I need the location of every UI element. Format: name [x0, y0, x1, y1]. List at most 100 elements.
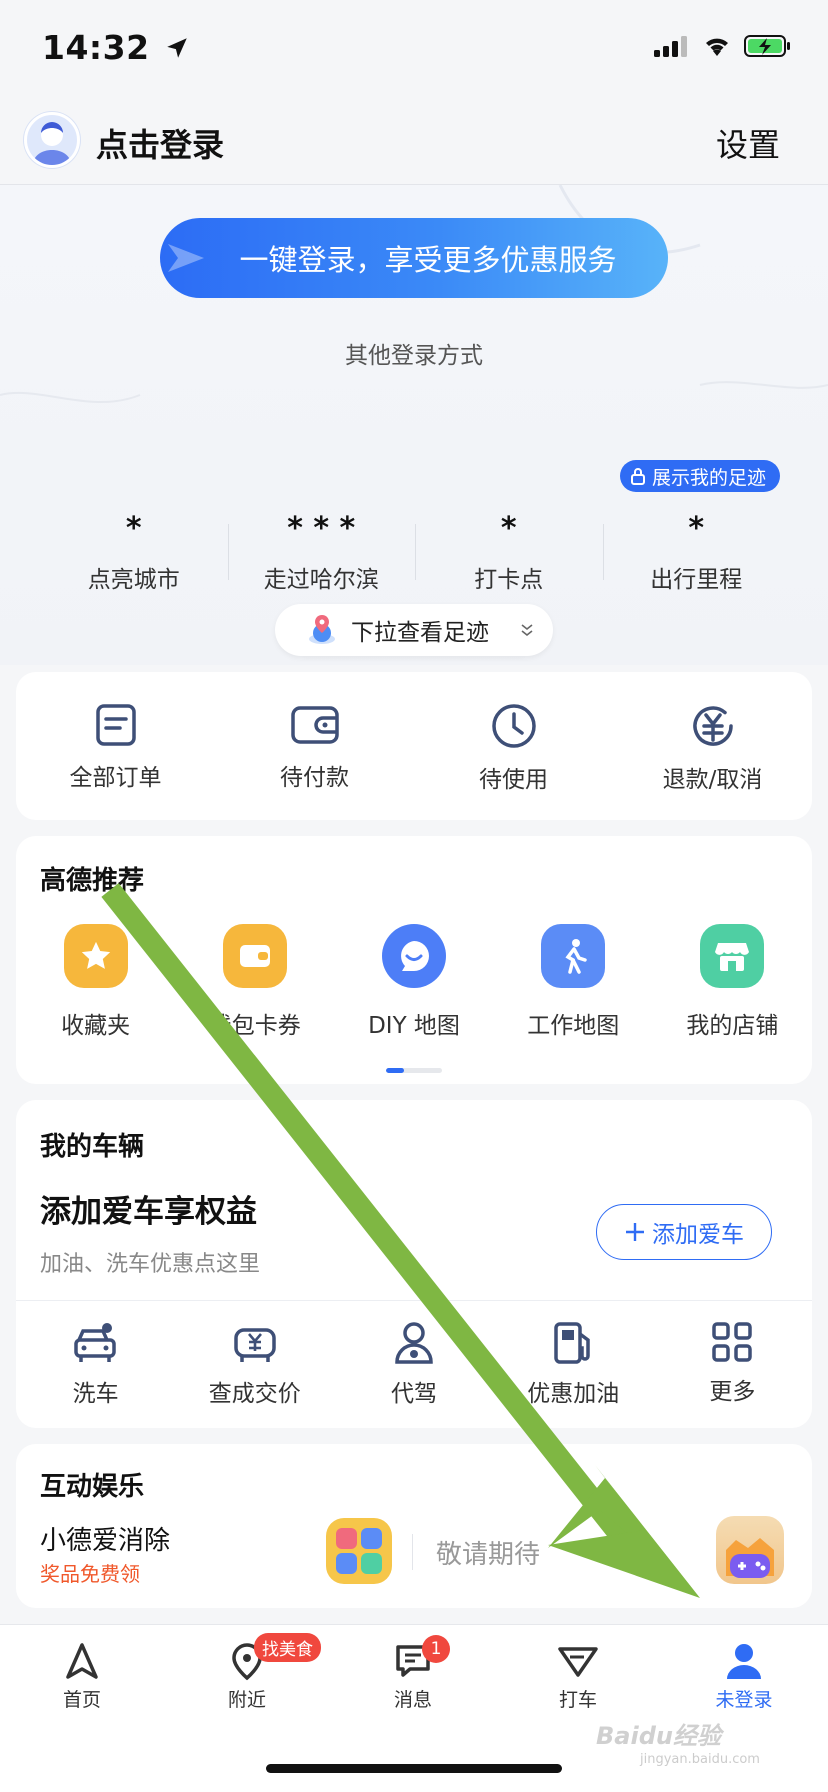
other-login-link[interactable]: 其他登录方式 [0, 336, 828, 370]
status-time: 14:32 [42, 28, 190, 67]
rec-work-map[interactable]: 工作地图 [494, 924, 653, 1040]
tab-label: 消息 [393, 1689, 432, 1711]
one-key-login-label: 一键登录，享受更多优惠服务 [239, 243, 617, 277]
order-label: 退款/取消 [662, 767, 763, 793]
game-subtitle: 奖品免费领 [40, 1562, 140, 1586]
battery-charging-icon [744, 35, 790, 57]
footprint-stats: * 点亮城市 * * * 走过哈尔滨 * 打卡点 * 出行里程 [40, 510, 790, 600]
order-to-use[interactable]: 待使用 [414, 672, 613, 820]
home-indicator [266, 1764, 562, 1773]
car-item-label: 优惠加油 [527, 1381, 620, 1407]
rec-label: 钱包卡券 [208, 1013, 301, 1039]
status-indicators [654, 34, 792, 58]
car-more[interactable]: 更多 [653, 1320, 812, 1408]
user-icon [727, 1644, 761, 1679]
diy-map-icon [382, 924, 446, 988]
car-item-label: 查成交价 [208, 1381, 301, 1407]
rec-wallet-coupons[interactable]: 钱包卡券 [175, 924, 334, 1040]
show-footprint-badge[interactable]: 展示我的足迹 [620, 460, 781, 492]
carousel-indicator [386, 1068, 442, 1073]
order-pending-payment[interactable]: 待付款 [215, 672, 414, 820]
grid-more-icon [712, 1322, 753, 1362]
tab-taxi[interactable]: 打车 [513, 1641, 643, 1712]
order-label: 全部订单 [69, 765, 162, 791]
vehicle-headline: 添加爱车享权益 [40, 1194, 257, 1230]
vehicle-subline: 加油、洗车优惠点这里 [40, 1252, 261, 1277]
stat-label: 打卡点 [474, 567, 544, 593]
avatar-user-icon [32, 122, 72, 165]
stat-value: * * * [287, 511, 356, 546]
add-car-button[interactable]: 添加爱车 [596, 1204, 772, 1260]
baidu-watermark: Baidu经验 [596, 1722, 721, 1750]
order-all[interactable]: 全部订单 [16, 672, 215, 820]
baidu-watermark-url: jingyan.baidu.com [640, 1752, 760, 1767]
tab-label: 打车 [558, 1689, 597, 1711]
stat-harbin[interactable]: * * * 走过哈尔滨 [227, 510, 416, 600]
stat-checkins[interactable]: * 打卡点 [415, 510, 603, 600]
recommend-card: 高德推荐 收藏夹 钱包卡券 DIY 地图 工作地图 我的店铺 [16, 836, 812, 1084]
taxi-icon [558, 1647, 598, 1677]
rec-my-shop[interactable]: 我的店铺 [653, 924, 812, 1040]
tab-label: 附近 [227, 1689, 266, 1711]
car-fuel[interactable]: 优惠加油 [494, 1320, 653, 1408]
globe-pin-icon [309, 615, 335, 644]
clock-icon [491, 704, 536, 748]
tab-home[interactable]: 首页 [17, 1641, 147, 1712]
tab-label: 首页 [62, 1689, 101, 1711]
entertainment-title: 互动娱乐 [40, 1472, 145, 1502]
car-driver[interactable]: 代驾 [334, 1320, 493, 1408]
orders-card: 全部订单 待付款 待使用 退款/取消 [16, 672, 812, 820]
pull-pill-label: 下拉查看足迹 [351, 620, 489, 646]
lock-icon [631, 468, 645, 485]
rec-diy-map[interactable]: DIY 地图 [334, 924, 493, 1040]
one-key-login-button[interactable]: 一键登录，享受更多优惠服务 [160, 218, 668, 298]
login-link[interactable]: 点击登录 [96, 120, 224, 166]
car-price[interactable]: 查成交价 [175, 1320, 334, 1408]
vehicle-divider [16, 1300, 812, 1301]
amap-arrow-icon [168, 244, 204, 272]
car-price-icon [234, 1328, 276, 1362]
stat-cities[interactable]: * 点亮城市 [40, 510, 228, 600]
wifi-icon [706, 38, 728, 56]
match-game-icon[interactable] [326, 1518, 392, 1584]
settings-button[interactable]: 设置 [716, 120, 780, 166]
order-list-icon [95, 704, 136, 746]
stat-mileage[interactable]: * 出行里程 [602, 510, 791, 600]
nearby-badge: 找美食 [254, 1633, 321, 1662]
car-item-label: 洗车 [72, 1381, 119, 1407]
avatar[interactable] [24, 112, 80, 168]
header-divider [0, 184, 828, 185]
shop-icon [700, 924, 765, 988]
tab-nearby[interactable]: 附近 找美食 [182, 1633, 321, 1712]
pull-to-view-footprint[interactable]: 下拉查看足迹 [275, 604, 553, 656]
stat-label: 走过哈尔滨 [263, 567, 379, 593]
stat-value: * [688, 511, 705, 546]
order-label: 待使用 [479, 767, 548, 793]
location-arrow-icon [166, 38, 187, 58]
rec-label: 工作地图 [527, 1013, 620, 1039]
wallet-icon [290, 706, 339, 744]
car-wash[interactable]: 洗车 [16, 1320, 175, 1408]
car-item-label: 更多 [709, 1379, 756, 1405]
fuel-icon [554, 1322, 590, 1364]
recommend-title: 高德推荐 [40, 866, 145, 896]
footprint-badge-label: 展示我的足迹 [652, 466, 767, 489]
stat-label: 出行里程 [650, 567, 743, 593]
rec-label: 我的店铺 [686, 1013, 779, 1039]
refund-icon [692, 706, 733, 746]
messages-badge: 1 [422, 1635, 450, 1663]
order-refund[interactable]: 退款/取消 [613, 672, 812, 820]
entertainment-divider [412, 1534, 413, 1570]
rec-label: DIY 地图 [368, 1013, 460, 1039]
vehicle-card: 我的车辆 添加爱车享权益 加油、洗车优惠点这里 添加爱车 洗车 查成交价 代驾 … [16, 1100, 812, 1428]
game-title[interactable]: 小德爱消除 [40, 1520, 170, 1557]
tab-messages[interactable]: 消息 1 [348, 1635, 478, 1712]
navigation-arrow-icon [66, 1643, 98, 1679]
game-controller-icon[interactable] [716, 1516, 784, 1584]
tab-label: 未登录 [715, 1689, 773, 1711]
order-label: 待付款 [280, 765, 349, 791]
tab-profile[interactable]: 未登录 [679, 1641, 809, 1712]
rec-favorites[interactable]: 收藏夹 [16, 924, 175, 1040]
plus-icon [626, 1223, 644, 1241]
add-car-label: 添加爱车 [652, 1222, 744, 1248]
